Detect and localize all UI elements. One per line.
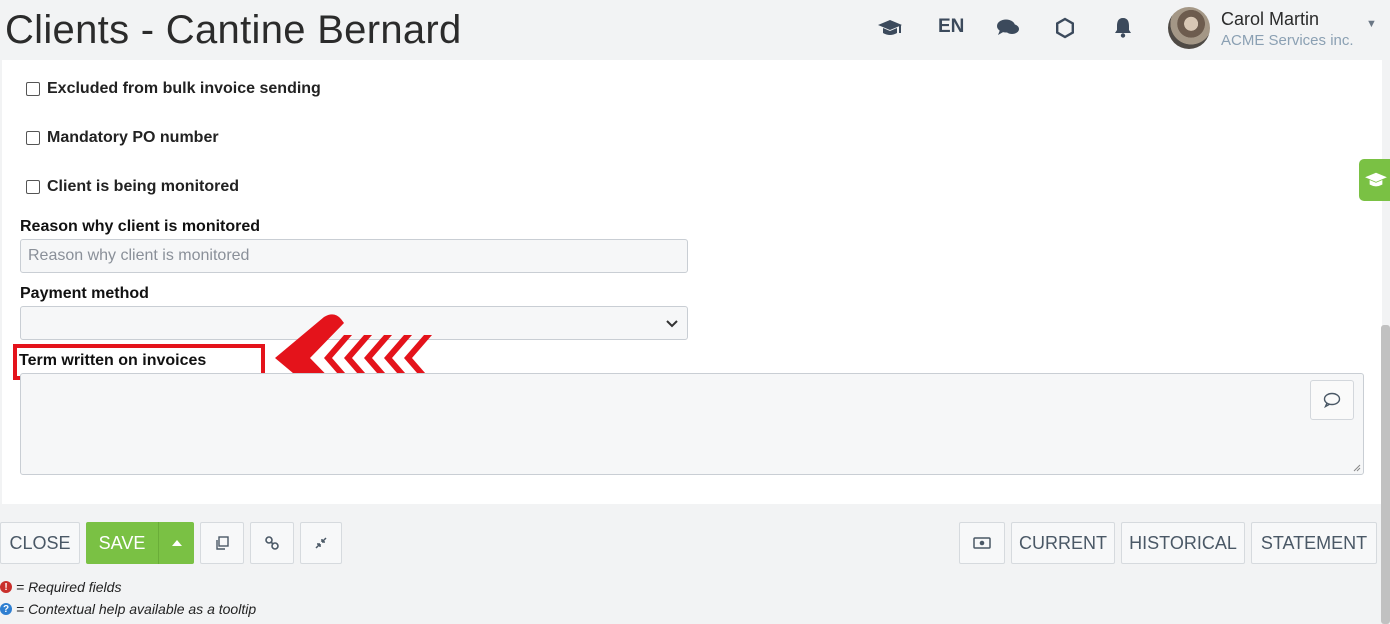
copy-icon — [216, 536, 229, 550]
help-icon: ? — [0, 603, 12, 615]
checkbox-monitored-label: Client is being monitored — [47, 178, 240, 195]
top-header: Clients - Cantine Bernard EN Carol Marti… — [0, 0, 1390, 60]
comment-icon — [1323, 392, 1341, 408]
page-title: Clients - Cantine Bernard — [5, 8, 462, 52]
collapse-button[interactable] — [300, 522, 342, 564]
checkbox-monitored-row[interactable]: Client is being monitored — [26, 178, 239, 196]
save-button[interactable]: SAVE — [86, 522, 158, 564]
comment-button[interactable] — [1310, 380, 1354, 420]
user-name[interactable]: Carol Martin — [1221, 9, 1319, 30]
monitor-reason-label: Reason why client is monitored — [20, 218, 261, 235]
caret-up-icon — [171, 540, 182, 546]
statement-button[interactable]: STATEMENT — [1251, 522, 1377, 564]
settings-icon[interactable] — [1054, 17, 1076, 44]
scrollbar[interactable] — [1381, 325, 1390, 624]
monitor-reason-input[interactable] — [20, 239, 688, 273]
collapse-icon — [315, 537, 327, 549]
checkbox-excluded-bulk-row[interactable]: Excluded from bulk invoice sending — [26, 80, 321, 98]
legend-required-text: = Required fields — [16, 579, 122, 595]
chat-bubbles-icon[interactable] — [996, 18, 1020, 43]
close-button[interactable]: CLOSE — [0, 522, 80, 564]
checkbox-excluded-bulk[interactable] — [26, 82, 40, 96]
checkbox-excluded-bulk-label: Excluded from bulk invoice sending — [47, 80, 321, 97]
legend-required: ! = Required fields — [0, 579, 121, 595]
current-button[interactable]: CURRENT — [1011, 522, 1115, 564]
checkbox-mandatory-po-row[interactable]: Mandatory PO number — [26, 129, 219, 147]
invoice-term-label: Term written on invoices — [19, 352, 207, 369]
checkbox-monitored[interactable] — [26, 180, 40, 194]
checkbox-mandatory-po-label: Mandatory PO number — [47, 129, 219, 146]
payment-method-label: Payment method — [20, 285, 149, 302]
link-icon — [265, 536, 279, 550]
money-icon — [973, 537, 991, 549]
bell-icon[interactable] — [1113, 16, 1133, 43]
avatar[interactable] — [1168, 7, 1210, 49]
graduation-cap-icon[interactable] — [877, 17, 903, 44]
link-button[interactable] — [250, 522, 294, 564]
copy-button[interactable] — [200, 522, 244, 564]
user-company: ACME Services inc. — [1221, 32, 1354, 49]
save-options-toggle[interactable] — [158, 522, 194, 564]
money-button[interactable] — [959, 522, 1005, 564]
legend-help-text: = Contextual help available as a tooltip — [16, 601, 257, 617]
resize-grip-icon[interactable] — [1353, 464, 1361, 472]
chevron-down-icon — [665, 313, 679, 338]
checkbox-mandatory-po[interactable] — [26, 131, 40, 145]
legend-help: ? = Contextual help available as a toolt… — [0, 601, 256, 617]
user-menu-caret-icon[interactable]: ▼ — [1366, 18, 1377, 30]
help-tab[interactable] — [1359, 159, 1390, 201]
language-selector[interactable]: EN — [938, 16, 964, 38]
graduation-cap-icon — [1365, 172, 1387, 187]
invoice-term-textarea[interactable] — [20, 373, 1364, 475]
historical-button[interactable]: HISTORICAL — [1121, 522, 1245, 564]
required-icon: ! — [0, 581, 12, 593]
